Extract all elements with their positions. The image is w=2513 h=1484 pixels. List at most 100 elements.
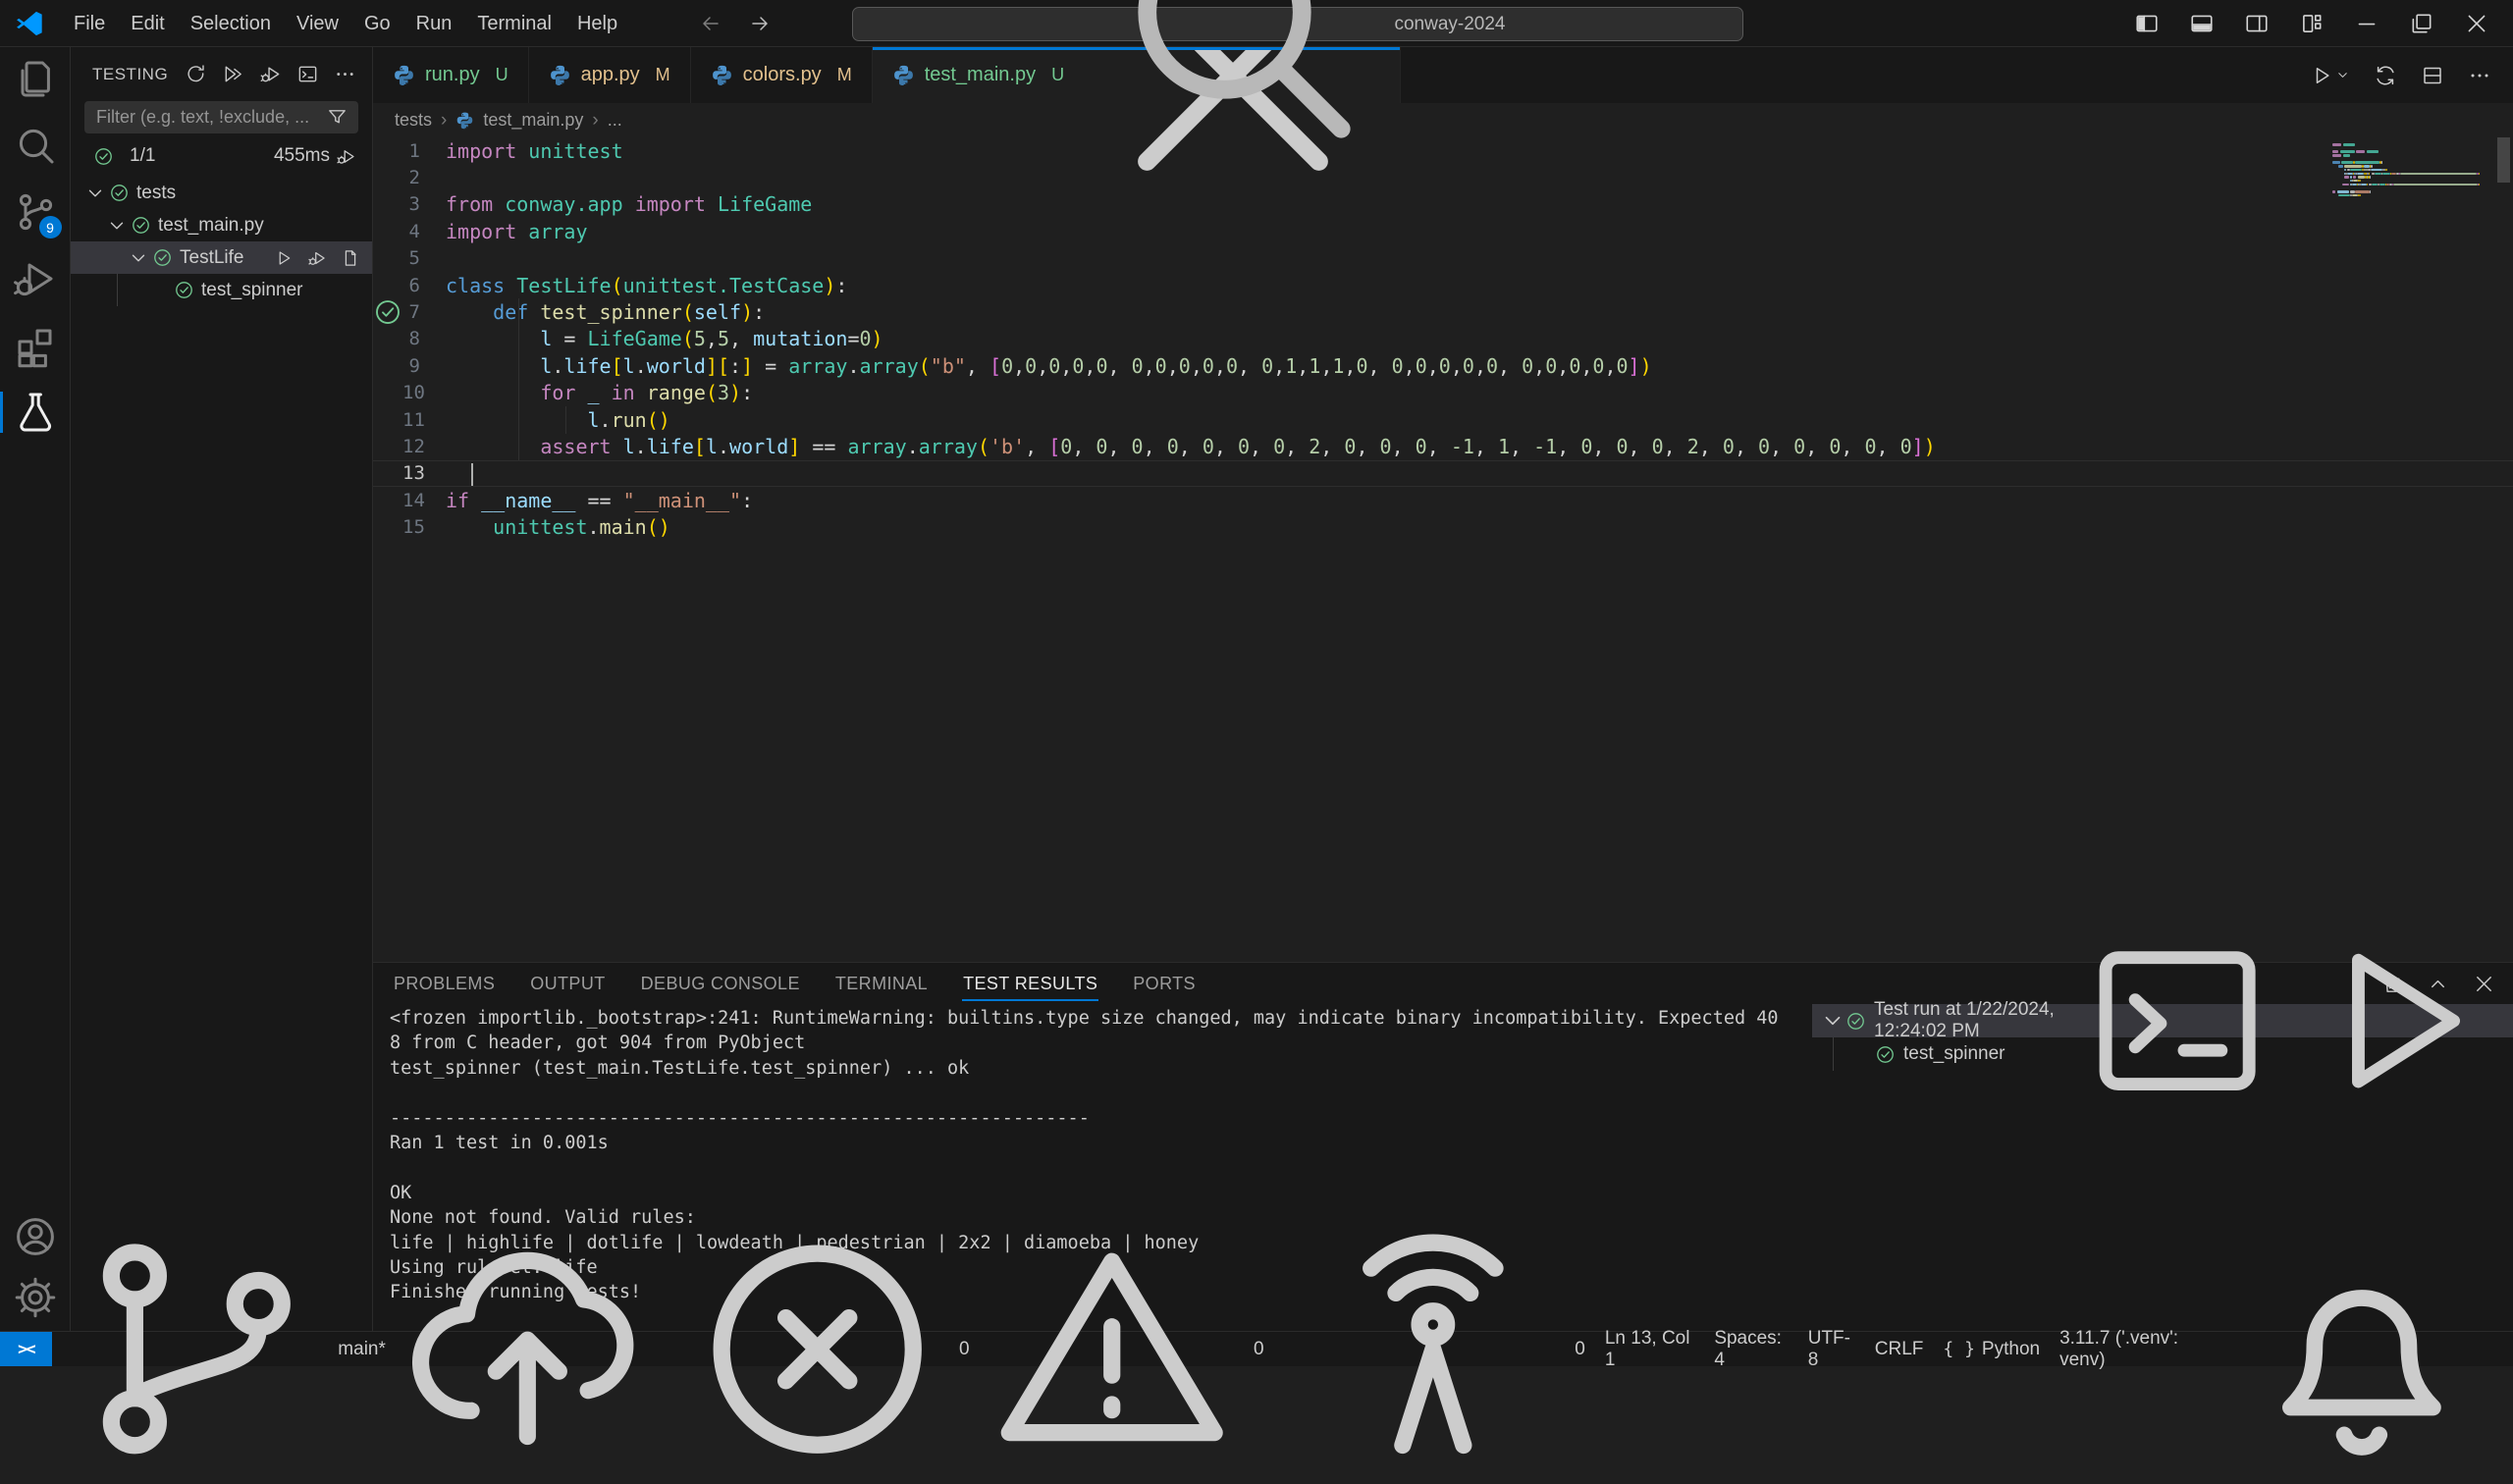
chevron-down-icon[interactable] [1820, 1008, 1845, 1034]
test-run-row[interactable]: Test run at 1/22/2024, 12:24:02 PM [1812, 1004, 2513, 1037]
minimap[interactable] [2332, 143, 2480, 197]
menu-item-selection[interactable]: Selection [178, 7, 284, 40]
toggle-sidebar-button[interactable] [2134, 11, 2160, 36]
run-tests-button[interactable] [222, 63, 244, 85]
tab-run-py[interactable]: run.pyU [373, 47, 529, 103]
code-line-7[interactable]: 7 def test_spinner(self): [373, 298, 2513, 325]
panel-tab-problems[interactable]: PROBLEMS [393, 967, 496, 1001]
tab-colors-py[interactable]: colors.pyM [691, 47, 873, 103]
code-line-8[interactable]: 8 l = LifeGame(5,5, mutation=0) [373, 326, 2513, 352]
status-bar: >< main* 0 0 0 Ln 13, Col 1 Spaces: 4 UT… [0, 1331, 2513, 1366]
interpreter-item[interactable]: 3.11.7 ('.venv': venv) [2050, 1332, 2220, 1366]
panel-tab-terminal[interactable]: TERMINAL [834, 967, 929, 1001]
code-line-9[interactable]: 9 l.life[l.world][:] = array.array("b", … [373, 352, 2513, 379]
debug-tests-button[interactable] [259, 63, 282, 85]
code-line-3[interactable]: 3from conway.app import LifeGame [373, 191, 2513, 218]
menu-item-go[interactable]: Go [351, 7, 403, 40]
menu-item-terminal[interactable]: Terminal [464, 7, 564, 40]
activity-source-control[interactable]: 9 [12, 188, 59, 236]
open-changes-button[interactable] [2374, 64, 2397, 87]
code-line-6[interactable]: 6class TestLife(unittest.TestCase): [373, 272, 2513, 298]
toggle-secondary-sidebar-button[interactable] [2244, 11, 2270, 36]
test-tree-item-TestLife[interactable]: TestLife [71, 241, 372, 274]
minimize-button[interactable] [2354, 11, 2379, 36]
run-dropdown-icon[interactable] [2335, 68, 2350, 82]
code-line-13[interactable]: 13 [373, 460, 2513, 487]
panel-tab-test-results[interactable]: TEST RESULTS [962, 967, 1098, 1001]
chevron-down-icon[interactable] [106, 215, 128, 237]
indentation-item[interactable]: Spaces: 4 [1704, 1332, 1797, 1366]
code-line-2[interactable]: 2 [373, 164, 2513, 190]
menu-item-view[interactable]: View [284, 7, 351, 40]
show-test-output-button[interactable] [296, 63, 319, 85]
activity-accounts[interactable] [12, 1213, 59, 1260]
activity-explorer[interactable] [12, 55, 59, 102]
problems-item[interactable]: 0 0 [672, 1332, 1274, 1366]
encoding-item[interactable]: UTF-8 [1798, 1332, 1865, 1366]
show-output-icon[interactable] [2076, 920, 2278, 1122]
editor-more-actions-button[interactable] [2468, 64, 2491, 87]
test-filter-input[interactable] [94, 106, 326, 129]
command-center-search[interactable]: conway-2024 [852, 7, 1743, 41]
branch-item[interactable]: main* [52, 1332, 672, 1366]
test-tree-item-test-main-py[interactable]: test_main.py [71, 209, 372, 241]
test-pass-gutter-icon[interactable] [373, 297, 402, 327]
panel-tab-ports[interactable]: PORTS [1132, 967, 1197, 1001]
rerun-debug-icon[interactable] [336, 146, 356, 167]
code-line-12[interactable]: 12 assert l.life[l.world] == array.array… [373, 433, 2513, 459]
test-filter-box[interactable] [84, 101, 358, 133]
panel-tab-debug-console[interactable]: DEBUG CONSOLE [640, 967, 801, 1001]
refresh-tests-button[interactable] [185, 63, 207, 85]
remote-indicator[interactable]: >< [0, 1332, 52, 1366]
chevron-down-icon[interactable] [128, 247, 149, 269]
menu-item-file[interactable]: File [61, 7, 118, 40]
notifications-item[interactable] [2220, 1332, 2503, 1366]
customize-layout-button[interactable] [2299, 11, 2325, 36]
code-line-5[interactable]: 5 [373, 245, 2513, 272]
run-test-button[interactable] [274, 248, 294, 268]
activity-settings[interactable] [12, 1274, 59, 1321]
nav-forward-icon[interactable] [748, 12, 772, 35]
test-pass-icon [109, 183, 130, 203]
restore-button[interactable] [2409, 11, 2434, 36]
play-icon [2310, 64, 2333, 87]
rerun-test-icon[interactable] [2295, 920, 2497, 1122]
activity-extensions[interactable] [12, 322, 59, 369]
breadcrumb-item[interactable]: test_main.py [483, 110, 583, 131]
window-close-button[interactable] [2464, 11, 2489, 36]
test-case-row[interactable]: test_spinner [1812, 1037, 2513, 1071]
chevron-down-icon[interactable] [84, 183, 106, 204]
more-actions-button[interactable] [334, 63, 356, 85]
menu-item-edit[interactable]: Edit [118, 7, 177, 40]
code-line-4[interactable]: 4import array [373, 218, 2513, 244]
editor-scrollbar[interactable] [2497, 137, 2510, 183]
python-icon [711, 64, 733, 86]
code-line-11[interactable]: 11 l.run() [373, 406, 2513, 433]
menu-item-help[interactable]: Help [564, 7, 630, 40]
panel-tab-output[interactable]: OUTPUT [529, 967, 606, 1001]
nav-back-icon[interactable] [699, 12, 722, 35]
debug-test-button[interactable] [307, 248, 327, 268]
toggle-panel-button[interactable] [2189, 11, 2215, 36]
breadcrumb-item[interactable]: ... [608, 110, 622, 131]
test-tree-item-tests[interactable]: tests [71, 177, 372, 209]
menu-item-run[interactable]: Run [403, 7, 465, 40]
activity-run-and-debug[interactable] [12, 255, 59, 302]
code-line-14[interactable]: 14if __name__ == "__main__": [373, 487, 2513, 513]
goto-test-button[interactable] [341, 248, 360, 268]
code-line-1[interactable]: 1import unittest [373, 137, 2513, 164]
code-editor[interactable]: 1import unittest23from conway.app import… [373, 137, 2513, 962]
ports-item[interactable]: 0 [1288, 1332, 1595, 1366]
code-line-10[interactable]: 10 for _ in range(3): [373, 380, 2513, 406]
tab-app-py[interactable]: app.pyM [529, 47, 691, 103]
activity-testing[interactable] [12, 389, 59, 436]
run-python-button[interactable] [2310, 64, 2350, 87]
code-line-15[interactable]: 15 unittest.main() [373, 513, 2513, 540]
line-col-item[interactable]: Ln 13, Col 1 [1595, 1332, 1704, 1366]
breadcrumb-item[interactable]: tests [395, 110, 432, 131]
eol-item[interactable]: CRLF [1865, 1332, 1934, 1366]
filter-icon[interactable] [326, 106, 348, 129]
language-item[interactable]: { } Python [1933, 1332, 2050, 1366]
split-editor-button[interactable] [2421, 64, 2444, 87]
activity-search[interactable] [12, 122, 59, 169]
